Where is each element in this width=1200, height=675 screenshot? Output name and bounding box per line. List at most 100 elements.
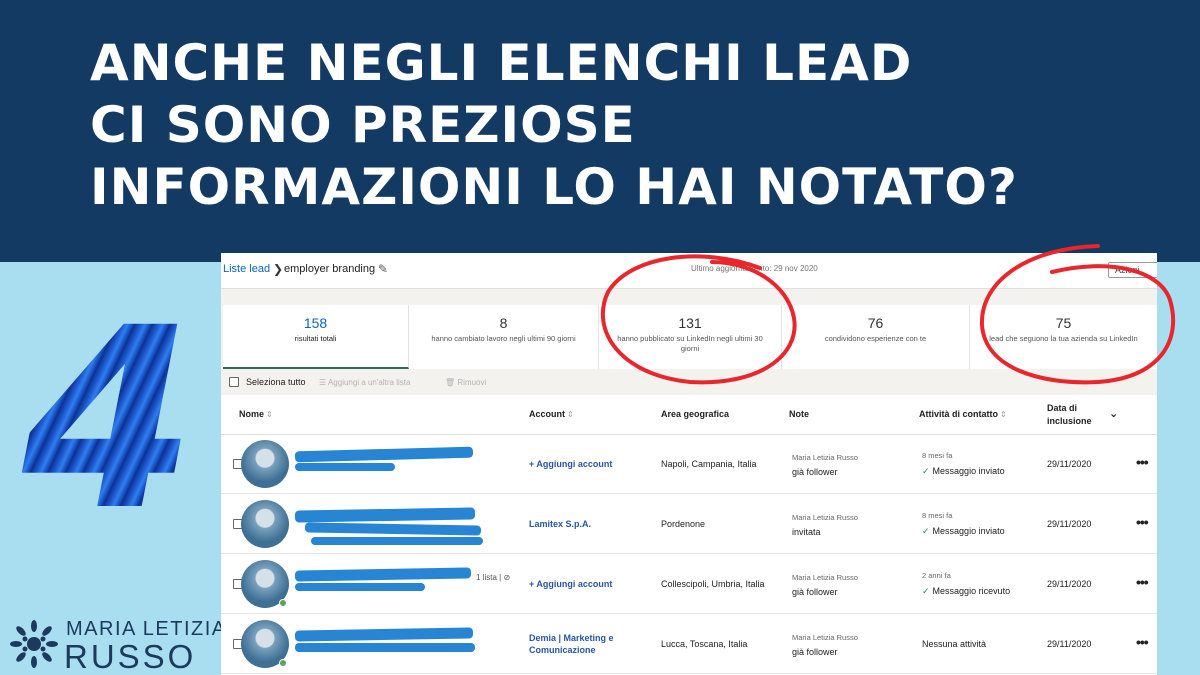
chevron-down-icon[interactable]: ⌄ — [1109, 407, 1118, 420]
headline-line-1: ANCHE NEGLI ELENCHI LEAD — [90, 34, 913, 92]
stat-tab-changed-jobs[interactable]: 8 hanno cambiato lavoro negli ultimi 90 … — [409, 305, 599, 369]
check-icon: ✓ — [922, 466, 930, 476]
add-to-list-button[interactable]: ☰ Aggiungi a un'altra lista — [319, 378, 410, 387]
redaction-mark — [304, 522, 482, 536]
select-all-label[interactable]: Seleziona tutto — [246, 377, 306, 387]
stat-value: 8 — [499, 315, 508, 331]
bulk-actions-bar: Seleziona tutto ☰ Aggiungi a un'altra li… — [221, 373, 1157, 395]
headline-line-2: CI SONO PREZIOSE — [90, 96, 636, 154]
select-all-checkbox[interactable] — [229, 377, 239, 387]
remove-button[interactable]: 🗑 Rimuovi — [445, 378, 486, 387]
activity-time: 8 mesi fa — [922, 511, 953, 520]
stat-tab-follow-company[interactable]: 75 lead che seguono la tua azienda su Li… — [970, 305, 1157, 369]
check-icon: ✓ — [922, 526, 930, 536]
column-name-label: Nome — [239, 409, 265, 419]
stat-value: 76 — [867, 315, 884, 331]
account-link[interactable]: Demia | Marketing e Comunicazione — [529, 632, 639, 656]
add-to-list-label: Aggiungi a un'altra lista — [327, 378, 411, 387]
more-options-icon[interactable]: ••• — [1136, 634, 1149, 650]
geo-cell: Lucca, Toscana, Italia — [661, 639, 748, 649]
activity-status: ✓ Messaggio ricevuto — [922, 586, 1010, 597]
chevron-right-icon: ❯ — [273, 262, 284, 276]
redaction-mark — [294, 446, 474, 463]
headline-line-3: INFORMAZIONI LO HAI NOTATO? — [90, 158, 1018, 216]
activity-label: Messaggio ricevuto — [932, 586, 1011, 596]
date-cell: 29/11/2020 — [1047, 639, 1092, 649]
column-date[interactable]: Data di — [1047, 403, 1077, 413]
sort-icon: ⇕ — [1000, 410, 1007, 419]
table-header: Nome ⇕ Account ⇕ Area geografica Note Atti… — [221, 395, 1157, 435]
list-count-badge[interactable]: 1 lista | ⊘ — [476, 573, 510, 582]
activity-label: Messaggio inviato — [932, 526, 1005, 536]
brand-name-bottom: RUSSO — [64, 638, 197, 675]
stat-label: lead che seguono la tua azienda su Linke… — [989, 334, 1138, 343]
note-text[interactable]: già follower — [792, 647, 838, 657]
activity-time: 2 anni fa — [922, 571, 951, 580]
stat-label: condividono esperienze con te — [824, 334, 927, 343]
date-cell: 29/11/2020 — [1047, 459, 1092, 469]
column-date-line-2: inclusione — [1047, 416, 1092, 426]
activity-status: ✓ Messaggio inviato — [922, 466, 1005, 477]
online-status-dot — [279, 659, 287, 667]
list-count-label: 1 lista — [476, 573, 497, 582]
geo-cell: Pordenone — [661, 519, 706, 529]
stat-tab-shared-experiences[interactable]: 76 condividono esperienze con te — [782, 305, 970, 369]
stat-value: 131 — [678, 315, 702, 331]
breadcrumb-lead-lists-link[interactable]: Liste lead — [223, 263, 270, 275]
redaction-mark — [294, 567, 472, 582]
more-options-icon[interactable]: ••• — [1136, 454, 1149, 470]
column-account[interactable]: Account ⇕ — [529, 409, 574, 419]
pencil-icon[interactable]: ✎ — [378, 262, 388, 276]
actions-button[interactable]: Azioni — [1108, 262, 1157, 278]
column-activity[interactable]: Attività di contatto ⇕ — [919, 409, 1007, 419]
lead-list-screenshot: Liste lead ❯ employer branding ✎ Ultimo … — [221, 253, 1157, 675]
column-account-label: Account — [529, 409, 565, 419]
add-account-link[interactable]: + Aggiungi account — [529, 459, 612, 469]
redaction-mark — [294, 627, 474, 642]
remove-label: Rimuovi — [457, 378, 487, 387]
step-number: 4 — [22, 274, 196, 565]
column-geo: Area geografica — [661, 409, 730, 419]
column-name[interactable]: Nome ⇕ — [239, 409, 273, 419]
headline-banner: ANCHE NEGLI ELENCHI LEAD CI SONO PREZIOS… — [0, 0, 1200, 262]
add-account-link[interactable]: + Aggiungi account — [529, 579, 612, 589]
date-cell: 29/11/2020 — [1047, 579, 1092, 589]
table-row: Demia | Marketing e Comunicazione Lucca,… — [221, 615, 1157, 674]
activity-time: 8 mesi fa — [922, 451, 953, 460]
account-link[interactable]: Lamitex S.p.A. — [529, 519, 591, 529]
avatar[interactable] — [241, 440, 289, 488]
leads-table: Nome ⇕ Account ⇕ Area geografica Note Atti… — [221, 395, 1157, 675]
note-author: Maria Letizia Russo — [792, 513, 858, 522]
table-row: Lamitex S.p.A. Pordenone Maria Letizia R… — [221, 495, 1157, 554]
sort-icon: ⇕ — [567, 410, 574, 419]
redaction-mark — [311, 537, 483, 545]
stat-tab-total[interactable]: 158 risultati totali — [223, 305, 409, 369]
note-text[interactable]: già follower — [792, 467, 838, 477]
column-note: Note — [789, 409, 809, 419]
activity-status: Nessuna attività — [922, 639, 987, 649]
headline: ANCHE NEGLI ELENCHI LEAD CI SONO PREZIOS… — [90, 32, 1170, 218]
avatar[interactable] — [241, 500, 289, 548]
note-text[interactable]: già follower — [792, 587, 838, 597]
list-header: Liste lead ❯ employer branding ✎ Ultimo … — [221, 253, 1157, 289]
note-text[interactable]: invitata — [792, 527, 821, 537]
tree-logo-icon — [10, 620, 58, 668]
sort-icon: ⇕ — [266, 410, 273, 419]
check-circle-icon: ⊘ — [503, 573, 511, 582]
stat-value: 158 — [303, 315, 328, 331]
stat-label: hanno cambiato lavoro negli ultimi 90 gi… — [431, 334, 576, 343]
brand-logo: MARIA LETIZIA RUSSO — [8, 616, 225, 675]
redaction-mark — [295, 463, 395, 471]
more-options-icon[interactable]: ••• — [1136, 514, 1149, 530]
stat-label: risultati totali — [294, 334, 337, 343]
table-row: + Aggiungi account Napoli, Campania, Ita… — [221, 435, 1157, 494]
table-row: 1 lista | ⊘ + Aggiungi account Collescip… — [221, 555, 1157, 614]
list-name: employer branding — [284, 263, 376, 275]
redaction-mark — [294, 507, 476, 523]
geo-cell: Collescipoli, Umbria, Italia — [661, 579, 765, 589]
redaction-mark — [295, 583, 425, 591]
more-options-icon[interactable]: ••• — [1136, 574, 1149, 590]
stat-label: hanno pubblicato su LinkedIn negli ultim… — [617, 334, 763, 353]
last-updated: Ultimo aggiornamento: 29 nov 2020 — [691, 264, 818, 273]
stat-tab-posted[interactable]: 131 hanno pubblicato su LinkedIn negli u… — [599, 305, 782, 369]
